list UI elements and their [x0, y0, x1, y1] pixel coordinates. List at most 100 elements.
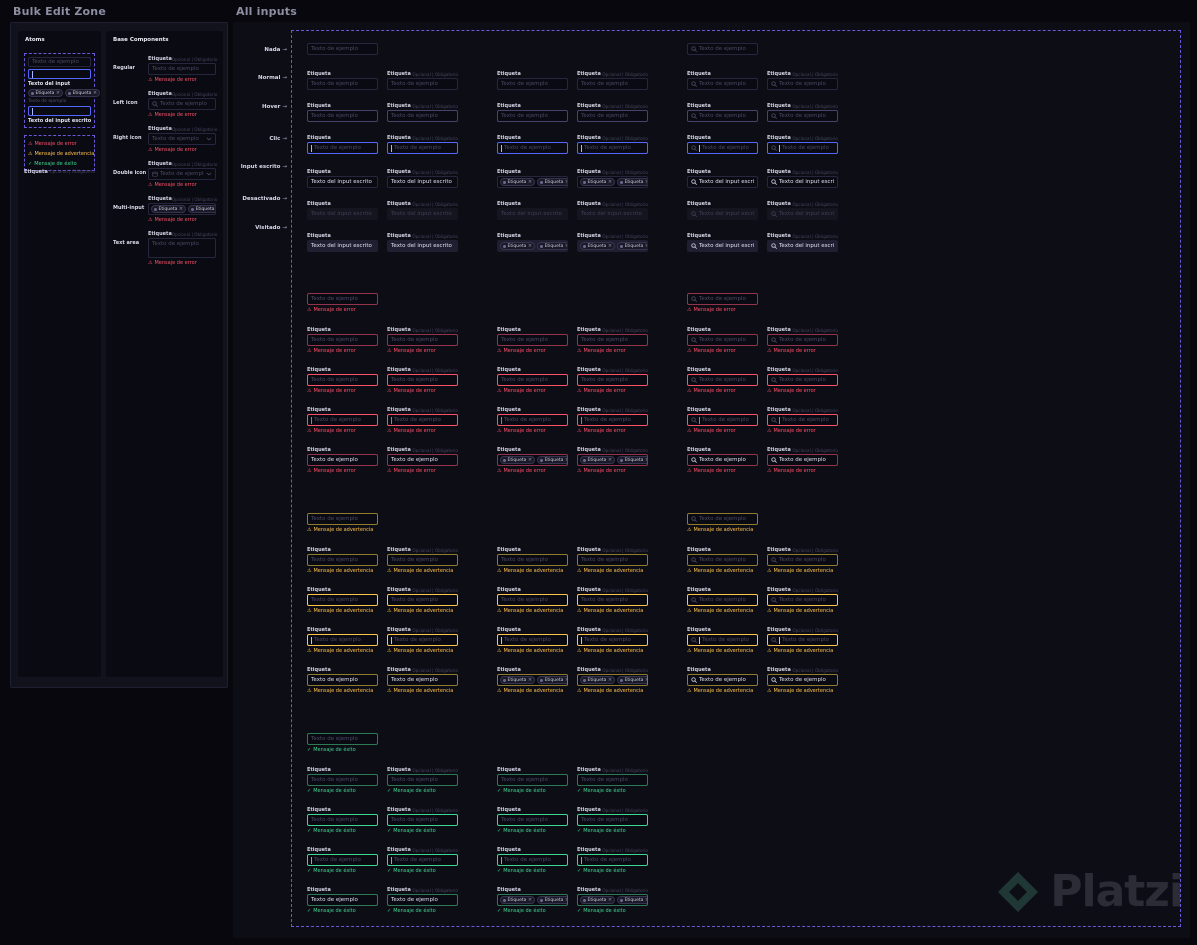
chips-input[interactable]: Texto de ejemplo [577, 854, 648, 866]
search-input[interactable]: Texto de ejemplo [767, 142, 838, 154]
chips-input[interactable]: Texto de ejemplo [497, 374, 568, 386]
regular-input[interactable]: Texto de ejemplo [307, 634, 378, 646]
regular-input[interactable]: Texto de ejemplo [148, 63, 216, 75]
search-input[interactable]: Texto del input escrito [687, 208, 758, 220]
tag-chip[interactable]: Etiqueta× [65, 89, 101, 97]
chip-remove-icon[interactable]: × [608, 677, 612, 683]
tag-chip[interactable]: Etiqueta× [151, 205, 187, 213]
chips-input[interactable]: Etiqueta×Etiqueta× [577, 454, 648, 466]
regular-input[interactable]: Texto de ejemplo [148, 238, 216, 258]
chips-input[interactable]: Etiqueta×Etiqueta× [577, 176, 648, 188]
regular-input[interactable]: Texto de ejemplo [387, 674, 458, 686]
regular-input[interactable]: Texto de ejemplo [307, 594, 378, 606]
search-input[interactable]: Texto de ejemplo [767, 594, 838, 606]
search-input[interactable]: Texto de ejemplo [767, 454, 838, 466]
regular-input-focused[interactable] [28, 106, 91, 116]
chips-input[interactable]: Etiqueta×Etiqueta× [148, 203, 216, 215]
search-input[interactable]: Texto de ejemplo [767, 110, 838, 122]
regular-input[interactable]: Texto de ejemplo [307, 513, 378, 525]
chips-input[interactable]: Texto de ejemplo [577, 814, 648, 826]
regular-input[interactable]: Texto de ejemplo [307, 334, 378, 346]
regular-input[interactable]: Texto de ejemplo [387, 854, 458, 866]
tag-chip[interactable]: Etiqueta× [580, 896, 616, 904]
search-input[interactable]: Texto del input escrito [687, 176, 758, 188]
chip-remove-icon[interactable]: × [608, 243, 612, 249]
tag-chip[interactable]: Etiqueta× [617, 676, 647, 684]
chips-input[interactable]: Etiqueta×Etiqueta× [577, 674, 648, 686]
chips-input[interactable]: Texto de ejemplo [497, 110, 568, 122]
regular-input[interactable]: Texto de ejemplo [387, 334, 458, 346]
chip-remove-icon[interactable]: × [528, 179, 532, 185]
chips-input[interactable]: Etiqueta×Etiqueta× [577, 240, 648, 252]
chips-input[interactable]: Texto de ejemplo [497, 334, 568, 346]
search-input[interactable]: Texto de ejemplo [687, 513, 758, 525]
chips-input[interactable]: Texto de ejemplo [577, 594, 648, 606]
search-input[interactable]: Texto de ejemplo [767, 334, 838, 346]
chips-input[interactable]: Texto de ejemplo [497, 554, 568, 566]
search-input[interactable]: Texto de ejemplo [687, 554, 758, 566]
tag-chip[interactable]: Etiqueta× [28, 89, 64, 97]
search-input[interactable]: Texto de ejemplo [687, 374, 758, 386]
chip-remove-icon[interactable]: × [645, 179, 647, 185]
search-input[interactable]: Texto de ejemplo [767, 674, 838, 686]
regular-input-focused[interactable] [28, 69, 91, 79]
regular-input[interactable]: Texto del input escrito [387, 176, 458, 188]
chip-remove-icon[interactable]: × [608, 457, 612, 463]
chips-input[interactable]: Texto de ejemplo [497, 142, 568, 154]
tag-chip[interactable]: Etiqueta× [617, 896, 647, 904]
tag-chip[interactable]: Etiqueta× [188, 205, 215, 213]
regular-input[interactable]: Texto de ejemplo [307, 814, 378, 826]
search-input[interactable]: Texto de ejemplo [767, 554, 838, 566]
chip-remove-icon[interactable]: × [528, 897, 532, 903]
search-input[interactable]: Texto de ejemplo [687, 142, 758, 154]
chip-remove-icon[interactable]: × [565, 677, 567, 683]
tag-chip[interactable]: Etiqueta× [617, 456, 647, 464]
regular-input[interactable]: Texto de ejemplo [387, 774, 458, 786]
chip-remove-icon[interactable]: × [645, 677, 647, 683]
search-input[interactable]: Texto de ejemplo [148, 98, 216, 110]
chip-remove-icon[interactable]: × [528, 677, 532, 683]
regular-input[interactable]: Texto del input escrito [307, 240, 378, 252]
search-input[interactable]: Texto de ejemplo [767, 374, 838, 386]
search-input[interactable]: Texto de ejemplo [687, 293, 758, 305]
search-input[interactable]: Texto de ejemplo [687, 414, 758, 426]
tag-chip[interactable]: Etiqueta× [500, 456, 536, 464]
chips-input[interactable]: Texto de ejemplo [577, 78, 648, 90]
tag-chip[interactable]: Etiqueta× [537, 676, 567, 684]
search-input[interactable]: Texto de ejemplo [687, 110, 758, 122]
tag-chip[interactable]: Etiqueta× [580, 676, 616, 684]
search-input[interactable]: Texto del input escrito [767, 176, 838, 188]
chip-remove-icon[interactable]: × [565, 243, 567, 249]
regular-input[interactable]: Texto de ejemplo [307, 43, 378, 55]
search-input[interactable]: Texto de ejemplo [687, 454, 758, 466]
regular-input[interactable]: Texto de ejemplo [387, 142, 458, 154]
tag-chip[interactable]: Etiqueta× [537, 178, 567, 186]
chips-input[interactable]: Texto de ejemplo [577, 634, 648, 646]
tag-chip[interactable]: Etiqueta× [500, 242, 536, 250]
regular-input[interactable]: Texto de ejemplo [307, 142, 378, 154]
regular-input[interactable]: Texto del input escrito [307, 176, 378, 188]
search-input[interactable]: Texto de ejemplo [687, 334, 758, 346]
chip-remove-icon[interactable]: × [608, 897, 612, 903]
chips-input[interactable]: Texto de ejemplo [497, 634, 568, 646]
regular-input[interactable]: Texto de ejemplo [387, 634, 458, 646]
tag-chip[interactable]: Etiqueta× [617, 178, 647, 186]
chip-remove-icon[interactable]: × [56, 90, 60, 96]
search-input[interactable]: Texto de ejemplo [767, 78, 838, 90]
regular-input[interactable]: Texto de ejemplo [307, 554, 378, 566]
regular-input[interactable]: Texto de ejemplo [307, 414, 378, 426]
chip-remove-icon[interactable]: × [528, 457, 532, 463]
tag-chip[interactable]: Etiqueta× [617, 242, 647, 250]
search-input[interactable]: Texto de ejemplo [687, 43, 758, 55]
chips-input[interactable]: Texto de ejemplo [577, 142, 648, 154]
search-input[interactable]: Texto del input escrito [767, 208, 838, 220]
regular-input[interactable]: Texto de ejemplo [307, 293, 378, 305]
tag-chip[interactable]: Etiqueta× [500, 178, 536, 186]
tag-chip[interactable]: Etiqueta× [500, 896, 536, 904]
tag-chip[interactable]: Etiqueta× [580, 242, 616, 250]
search-input[interactable]: Texto de ejemplo [687, 78, 758, 90]
chip-remove-icon[interactable]: × [528, 243, 532, 249]
chip-remove-icon[interactable]: × [608, 179, 612, 185]
chips-input[interactable]: Etiqueta×Etiqueta× [497, 454, 568, 466]
chips-input[interactable]: Etiqueta×Etiqueta× [497, 176, 568, 188]
